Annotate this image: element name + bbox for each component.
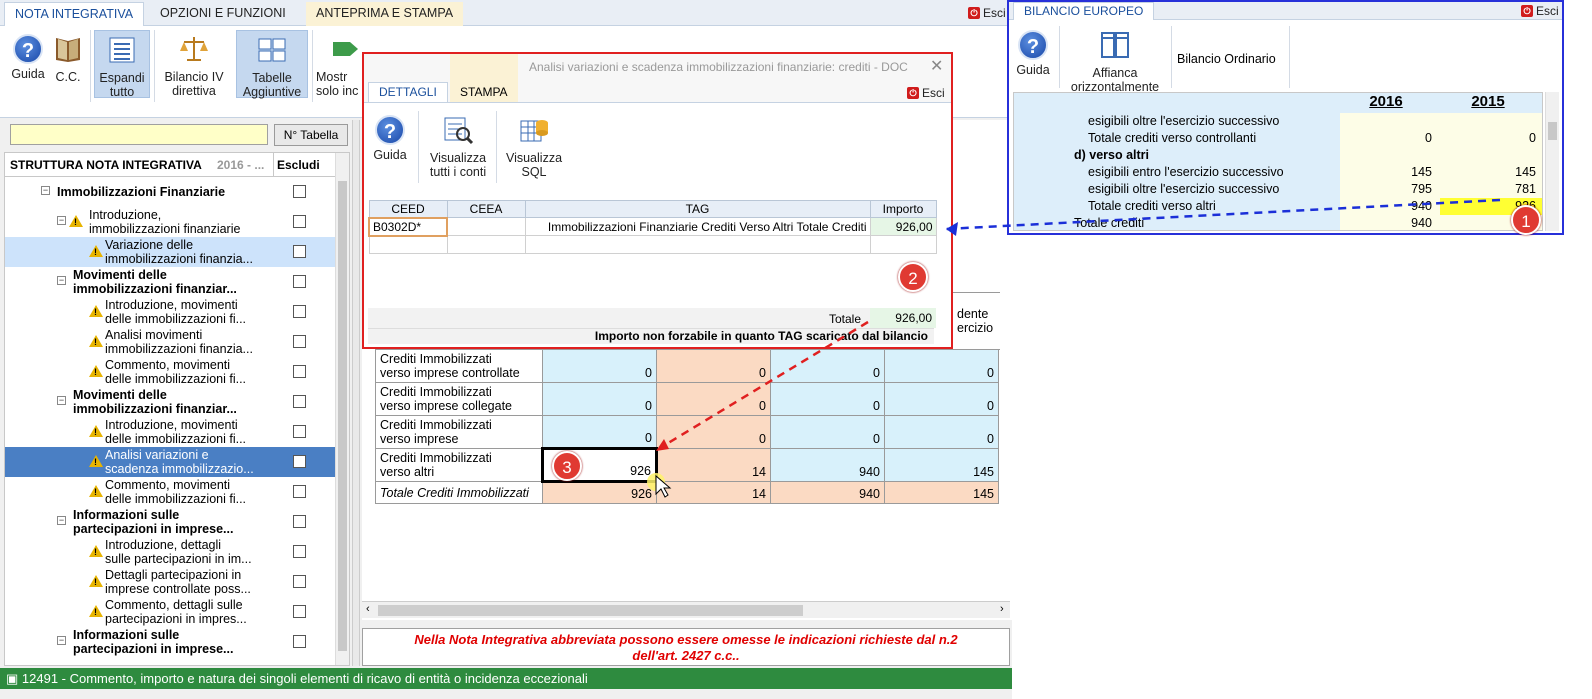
red-dashed-arrow — [659, 320, 869, 450]
red-arrowhead — [656, 439, 669, 451]
blue-arrowhead — [946, 222, 958, 236]
annotation-arrows — [647, 198, 1501, 498]
blue-dashed-arrow — [945, 198, 1501, 231]
